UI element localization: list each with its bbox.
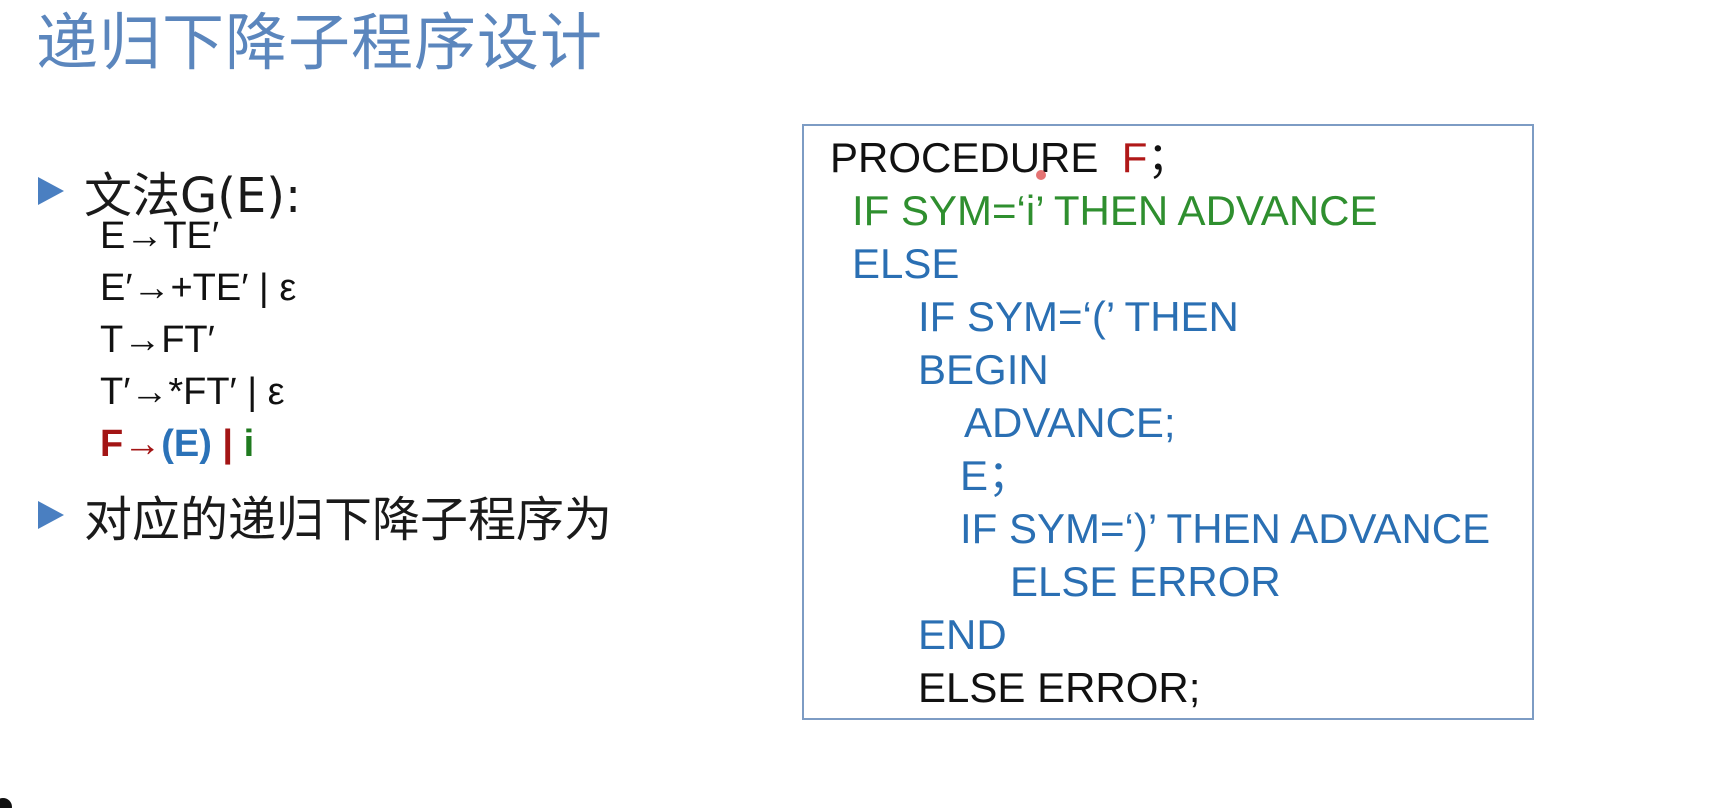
pointer-dot-icon — [1036, 170, 1046, 180]
bullet-label: 对应的递归下降子程序为 — [84, 492, 613, 548]
grammar-rules: E→TE′ E′→+TE′ | ε T→FT′ T′→*FT′ | ε F→(E… — [100, 210, 296, 470]
rule-lhs: F→ — [100, 423, 162, 465]
code-keyword: PROCEDURE — [830, 134, 1099, 181]
triangle-right-icon — [38, 501, 64, 529]
page-title: 递归下降子程序设计 — [36, 6, 604, 79]
code-line: ELSE ERROR — [1010, 558, 1281, 605]
grammar-rule: T′→*FT′ | ε — [100, 371, 285, 413]
code-procedure-name: F — [1121, 134, 1148, 181]
code-semicolon: ； — [1147, 134, 1190, 181]
code-line: E； — [960, 452, 1031, 499]
grammar-rule-highlighted: F→(E) | i — [100, 418, 296, 470]
grammar-rule: T→FT′ — [100, 319, 215, 361]
code-line: ELSE ERROR; — [918, 664, 1201, 711]
rule-bar: | — [211, 423, 244, 465]
corner-dot-icon — [0, 798, 12, 808]
code-line: ELSE — [852, 240, 960, 287]
code-line: IF SYM=‘)’ THEN ADVANCE — [960, 505, 1491, 552]
triangle-right-icon — [38, 177, 64, 205]
code-line: END — [918, 611, 1007, 658]
bullet-procedure: 对应的递归下降子程序为 — [38, 480, 612, 550]
grammar-rule: E→TE′ — [100, 215, 220, 257]
code-line: ADVANCE; — [964, 399, 1176, 446]
code-box: PROCEDURE F； IF SYM=‘i’ THEN ADVANCE ELS… — [802, 124, 1534, 720]
code-line: BEGIN — [918, 346, 1049, 393]
code-line-procedure: PROCEDURE F； — [830, 132, 1189, 184]
grammar-rule: E′→+TE′ | ε — [100, 267, 297, 309]
code-line: IF SYM=‘(’ THEN — [918, 293, 1239, 340]
code-line: IF SYM=‘i’ THEN ADVANCE — [852, 187, 1378, 234]
rule-paren-alternative: (E) — [161, 423, 212, 465]
slide: 递归下降子程序设计 文法G(E): E→TE′ E′→+TE′ | ε T→FT… — [0, 0, 1712, 808]
rule-terminal: i — [243, 423, 255, 465]
